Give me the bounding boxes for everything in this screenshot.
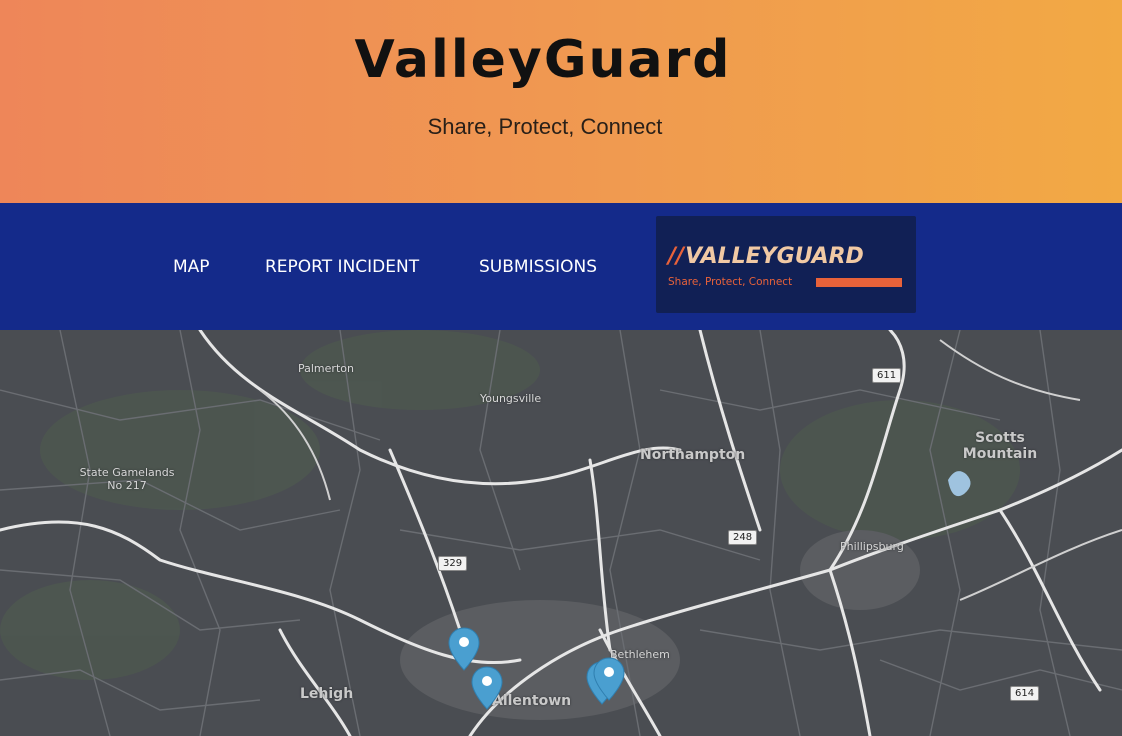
nav-item-map[interactable]: MAP bbox=[173, 257, 210, 277]
map-label-northampton: Northampton bbox=[640, 447, 746, 463]
map-label-state-gamelands: State Gamelands No 217 bbox=[79, 466, 175, 492]
incident-marker-icon[interactable] bbox=[592, 656, 626, 702]
route-shield: 248 bbox=[728, 530, 758, 545]
logo-wordmark: //VALLEYGUARD bbox=[668, 244, 864, 269]
route-shield: 614 bbox=[1010, 686, 1040, 701]
route-shield: 329 bbox=[438, 556, 468, 571]
logo-accent-bar bbox=[816, 278, 902, 287]
logo-slashes: // bbox=[668, 244, 685, 269]
nav-item-submissions[interactable]: SUBMISSIONS bbox=[479, 257, 597, 277]
hero-banner: ValleyGuard Share, Protect, Connect bbox=[0, 0, 1122, 203]
map-label-youngsville: Youngsville bbox=[480, 392, 542, 405]
logo-tagline: Share, Protect, Connect bbox=[668, 276, 793, 288]
map-label-palmerton: Palmerton bbox=[298, 362, 354, 375]
map-label-lehigh: Lehigh bbox=[300, 686, 354, 702]
site-tagline: Share, Protect, Connect bbox=[427, 114, 663, 139]
map-label-phillipsburg: Phillipsburg bbox=[840, 540, 904, 553]
map-basemap bbox=[0, 330, 1122, 736]
brand-logo: //VALLEYGUARD Share, Protect, Connect bbox=[656, 216, 916, 313]
map-label-scotts-mountain: Scotts Mountain bbox=[962, 430, 1038, 462]
incident-marker-icon[interactable] bbox=[470, 665, 504, 711]
route-shield: 611 bbox=[872, 368, 902, 383]
incident-map[interactable]: Palmerton Youngsville Northampton State … bbox=[0, 330, 1122, 736]
nav-item-report-incident[interactable]: REPORT INCIDENT bbox=[265, 257, 419, 277]
site-title: ValleyGuard bbox=[354, 30, 732, 90]
logo-wordmark-text: VALLEYGUARD bbox=[685, 244, 864, 269]
main-nav: MAP REPORT INCIDENT SUBMISSIONS //VALLEY… bbox=[0, 203, 1122, 330]
